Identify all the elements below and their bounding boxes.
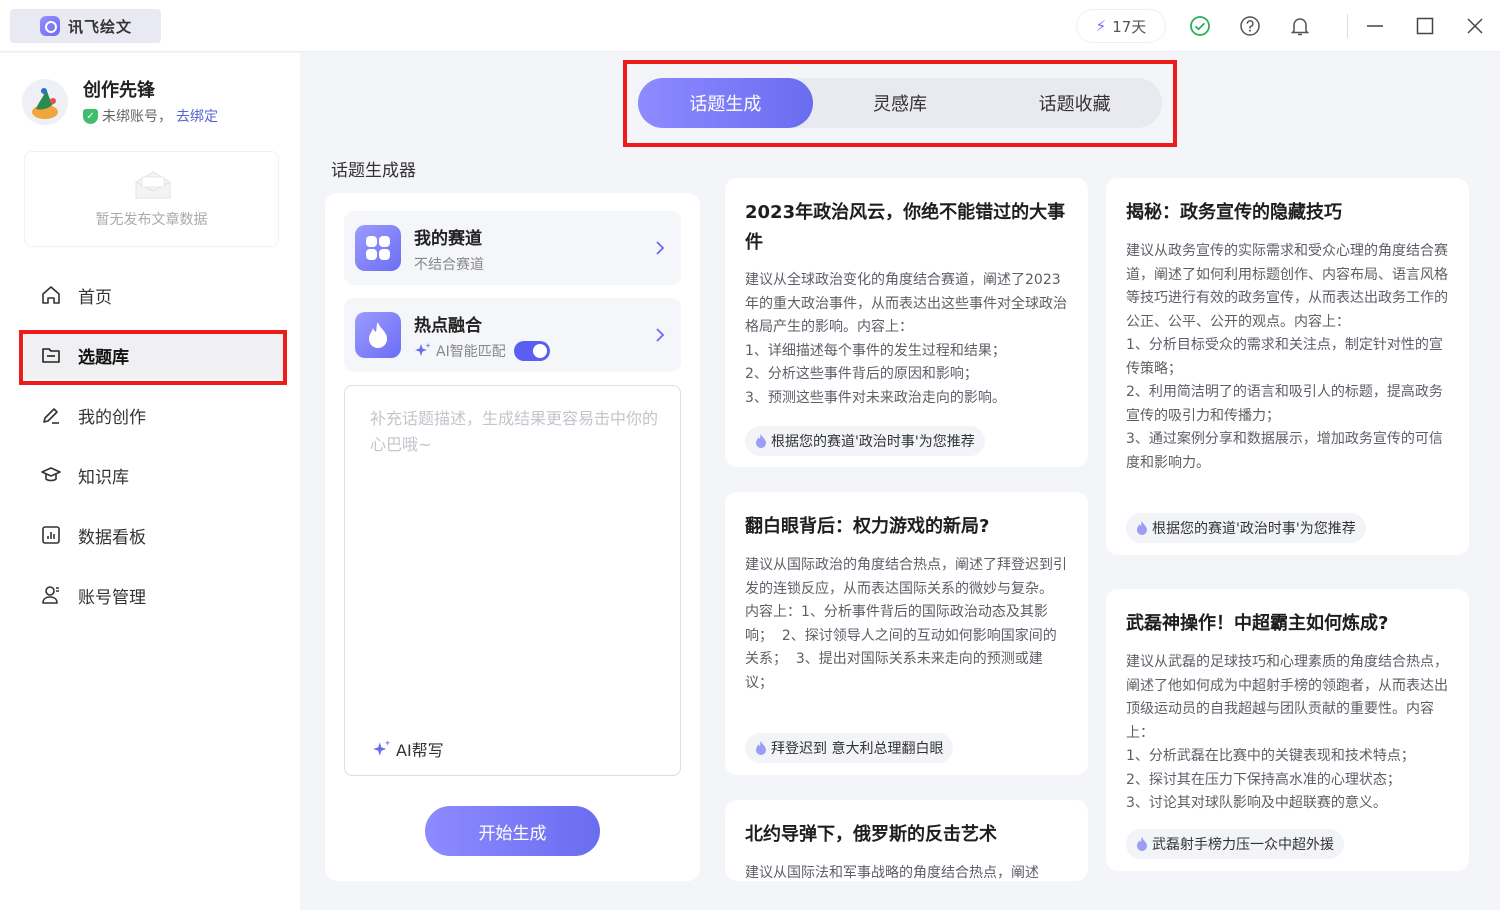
nav-data-dashboard[interactable]: 数据看板	[24, 511, 284, 559]
flame-icon	[1137, 521, 1147, 535]
topic-description-input[interactable]: 补充话题描述，生成结果更容易击中你的心巴哦~ AI帮写	[344, 385, 681, 776]
days-label: 17天	[1112, 17, 1147, 36]
publish-stats-card	[24, 151, 279, 247]
flame-icon	[756, 741, 766, 755]
flame-icon	[756, 434, 766, 448]
topic-card-tag-label: 根据您的赛道'政治时事'为您推荐	[1152, 521, 1356, 537]
topic-card-tag: 根据您的赛道'政治时事'为您推荐	[1126, 513, 1366, 543]
ai-help-write-label: AI帮写	[396, 741, 444, 760]
sparkle-icon	[415, 343, 431, 356]
topic-card[interactable]: 北约导弹下，俄罗斯的反击艺术 建议从国际法和军事战略的角度结合热点，阐述	[725, 800, 1088, 881]
topic-card-body: 建议从国际法和军事战略的角度结合热点，阐述	[745, 865, 1039, 881]
tab-topic-favorites[interactable]: 话题收藏	[987, 78, 1162, 128]
chart-icon	[42, 526, 60, 544]
nav-topic-library[interactable]: 选题库	[24, 331, 284, 379]
nav-knowledge-base[interactable]: 知识库	[24, 451, 284, 499]
my-track-subtitle: 不结合赛道	[414, 254, 484, 274]
ai-help-write-button[interactable]: AI帮写	[372, 737, 444, 761]
nav-account-management[interactable]: 账号管理	[24, 571, 284, 619]
account-bind-status: ✓ 未绑账号， 去绑定	[83, 106, 218, 126]
bind-status-text: 未绑账号，	[102, 109, 172, 125]
graduation-cap-icon	[41, 467, 61, 482]
nav-home[interactable]: 首页	[24, 271, 284, 319]
topic-card[interactable]: 揭秘：政务宣传的隐藏技巧 建议从政务宣传的实际需求和受众心理的角度结合赛道，阐述…	[1106, 178, 1469, 555]
nav-knowledge-base-label: 知识库	[78, 467, 129, 488]
my-track-selector[interactable]: 我的赛道 不结合赛道	[344, 211, 681, 285]
check-circle-icon[interactable]	[1186, 12, 1214, 40]
topic-card-title: 武磊神操作！中超霸主如何炼成?	[1126, 613, 1389, 634]
pen-icon	[43, 408, 59, 424]
app-logo: 讯飞绘文	[10, 9, 161, 43]
nav-home-label: 首页	[78, 287, 112, 308]
my-track-title: 我的赛道	[414, 229, 482, 249]
home-icon	[42, 286, 60, 304]
folder-icon	[42, 348, 60, 363]
ai-match-toggle[interactable]	[513, 341, 550, 361]
empty-publish-text: 暂无发布文章数据	[95, 212, 208, 228]
topic-card[interactable]: 翻白眼背后：权力游戏的新局? 建议从国际政治的角度结合热点，阐述了拜登迟到引发的…	[725, 492, 1088, 775]
topic-tabs: 话题生成 灵感库 话题收藏	[638, 78, 1162, 128]
lightning-icon: ⚡	[1095, 17, 1107, 35]
hot-fusion-title: 热点融合	[414, 316, 482, 336]
my-track-value: 不结合赛道	[414, 257, 484, 273]
help-icon[interactable]	[1236, 12, 1264, 40]
bind-account-link[interactable]: 去绑定	[176, 106, 218, 126]
bell-icon[interactable]	[1286, 12, 1314, 40]
chevron-right-icon	[656, 241, 665, 255]
topic-card[interactable]: 武磊神操作！中超霸主如何炼成? 建议从武磊的足球技巧和心理素质的角度结合热点，阐…	[1106, 589, 1469, 871]
close-icon[interactable]	[1461, 12, 1489, 40]
tab-inspiration-library[interactable]: 灵感库	[813, 78, 988, 128]
topic-card-tag: 武磊射手榜力压一众中超外援	[1126, 829, 1344, 859]
topic-description-placeholder: 补充话题描述，生成结果更容易击中你的心巴哦~	[370, 409, 659, 454]
nav-topic-library-label: 选题库	[78, 347, 129, 368]
user-settings-icon	[42, 586, 59, 604]
topic-card-title: 翻白眼背后：权力游戏的新局?	[745, 516, 990, 537]
nav-data-dashboard-label: 数据看板	[78, 527, 146, 548]
empty-envelope-icon	[135, 171, 171, 199]
topic-card-tag-label: 根据您的赛道'政治时事'为您推荐	[771, 434, 975, 450]
fire-icon	[355, 312, 401, 358]
nav-my-creations-label: 我的创作	[78, 407, 146, 428]
topic-card-body: 建议从政务宣传的实际需求和受众心理的角度结合赛道，阐述了如何利用标题创作、内容布…	[1126, 243, 1448, 471]
chevron-right-icon	[656, 328, 665, 342]
topic-card-title: 揭秘：政务宣传的隐藏技巧	[1126, 202, 1342, 223]
minimize-icon[interactable]	[1361, 12, 1389, 40]
membership-days-badge[interactable]: ⚡ 17天	[1076, 9, 1166, 43]
topic-card-tag: 根据您的赛道'政治时事'为您推荐	[745, 426, 985, 456]
ai-match-label: AI智能匹配	[436, 344, 506, 360]
shield-check-icon: ✓	[83, 108, 98, 124]
topic-card-tag: 拜登迟到 意大利总理翻白眼	[745, 733, 954, 763]
titlebar-divider	[1347, 14, 1348, 38]
app-title: 讯飞绘文	[68, 17, 133, 36]
tab-topic-generation[interactable]: 话题生成	[638, 78, 813, 128]
start-generate-button[interactable]: 开始生成	[425, 806, 600, 856]
nav-my-creations[interactable]: 我的创作	[24, 391, 284, 439]
avatar[interactable]	[22, 79, 68, 125]
maximize-icon[interactable]	[1411, 12, 1439, 40]
topic-card-title: 北约导弹下，俄罗斯的反击艺术	[745, 824, 997, 845]
topic-card-body: 建议从国际政治的角度结合热点，阐述了拜登迟到引发的连锁反应，从而表达国际关系的微…	[745, 557, 1067, 691]
topic-generator-panel: 我的赛道 不结合赛道 热点融合 AI智能匹配 补充话题描述，生成结果更容易击中你…	[325, 193, 700, 881]
section-title: 话题生成器	[331, 161, 416, 181]
hot-fusion-subtitle: AI智能匹配	[414, 341, 550, 361]
nav-account-management-label: 账号管理	[78, 587, 146, 608]
flame-icon	[1137, 837, 1147, 851]
user-name: 创作先锋	[83, 80, 155, 101]
hot-fusion-selector[interactable]: 热点融合 AI智能匹配	[344, 298, 681, 372]
title-bar: 讯飞绘文 ⚡ 17天	[0, 0, 1500, 52]
topic-card-body: 建议从全球政治变化的角度结合赛道，阐述了2023年的重大政治事件，从而表达出这些…	[745, 272, 1067, 406]
sparkle-icon	[373, 740, 391, 756]
topic-card-body: 建议从武磊的足球技巧和心理素质的角度结合热点，阐述了他如何成为中超射手榜的领跑者…	[1126, 654, 1448, 811]
logo-icon	[40, 16, 60, 36]
grid-icon	[355, 225, 401, 271]
topic-card[interactable]: 2023年政治风云，你绝不能错过的大事件 建议从全球政治变化的角度结合赛道，阐述…	[725, 178, 1088, 467]
sidebar: 创作先锋 ✓ 未绑账号， 去绑定 暂无发布文章数据 首页 选题库 我的创作 知识…	[0, 53, 300, 910]
topic-card-tag-label: 武磊射手榜力压一众中超外援	[1152, 837, 1334, 853]
topic-card-tag-label: 拜登迟到 意大利总理翻白眼	[771, 741, 944, 757]
topic-card-title: 2023年政治风云，你绝不能错过的大事件	[745, 202, 1066, 253]
